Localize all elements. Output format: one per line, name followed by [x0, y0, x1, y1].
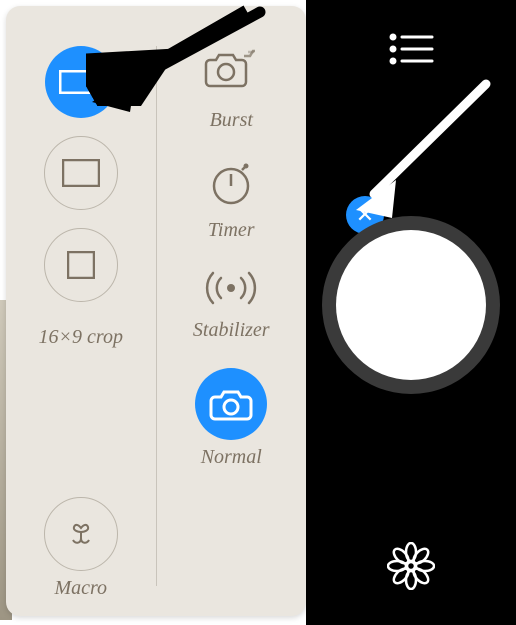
- aspect-square-option[interactable]: [44, 228, 118, 302]
- normal-icon: [195, 368, 267, 440]
- timer-option[interactable]: Timer: [206, 158, 256, 242]
- normal-option[interactable]: Normal: [195, 368, 267, 469]
- gallery-icon[interactable]: [387, 542, 435, 595]
- stabilizer-label: Stabilizer: [193, 319, 270, 342]
- camera-options-screen: 16×9 crop Macro: [0, 0, 516, 625]
- timer-icon: [206, 158, 256, 213]
- crop-label: 16×9 crop: [39, 326, 123, 349]
- annotation-arrow-white: [340, 70, 500, 230]
- shutter-button[interactable]: [336, 230, 486, 380]
- macro-label: Macro: [54, 577, 107, 600]
- aspect-standard-icon: [44, 136, 118, 210]
- macro-option[interactable]: Macro: [44, 497, 118, 600]
- list-icon[interactable]: [388, 32, 434, 71]
- annotation-arrow-black: [80, 0, 270, 120]
- timer-label: Timer: [208, 219, 255, 242]
- macro-icon: [44, 497, 118, 571]
- stabilizer-option[interactable]: Stabilizer: [193, 268, 270, 342]
- stabilizer-icon: [199, 268, 263, 313]
- aspect-square-icon: [44, 228, 118, 302]
- aspect-standard-option[interactable]: [44, 136, 118, 210]
- normal-label: Normal: [201, 446, 262, 469]
